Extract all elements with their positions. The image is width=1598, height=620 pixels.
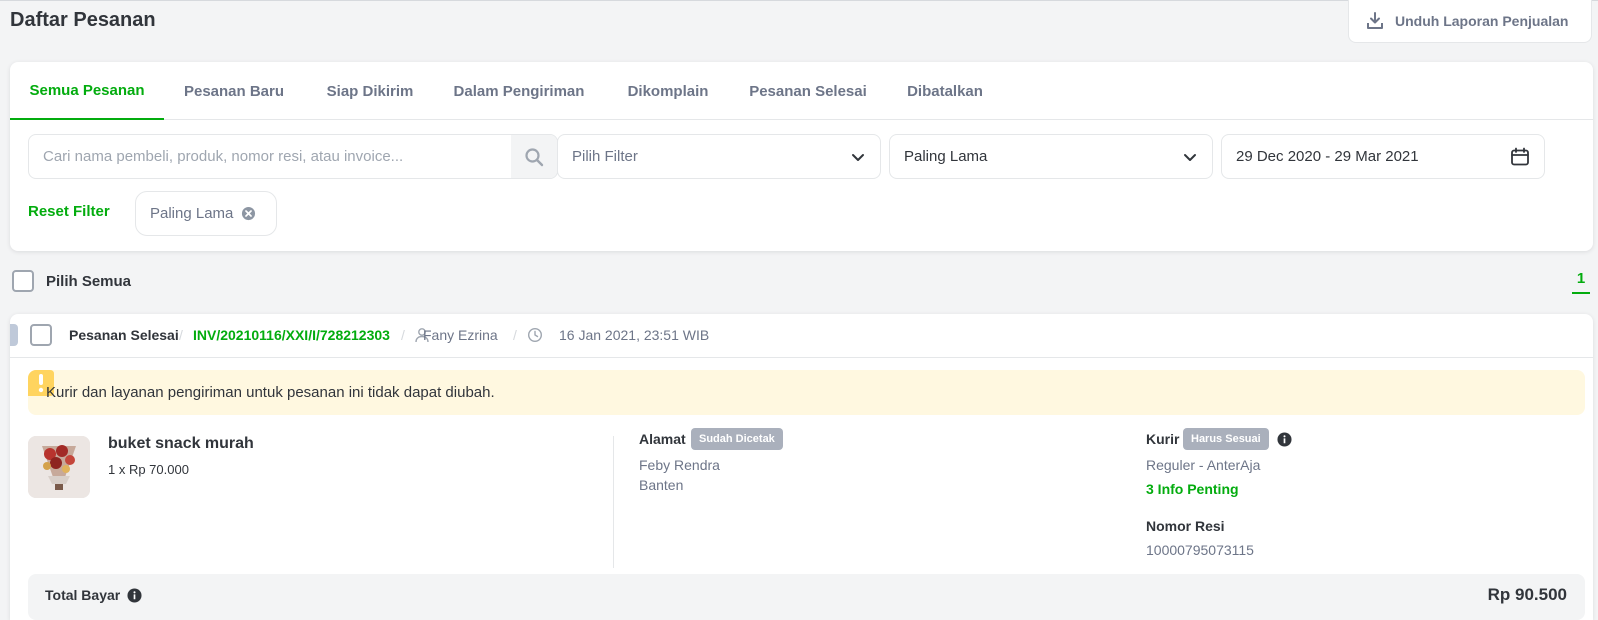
search-box	[28, 134, 558, 179]
tab-siap-dikirim[interactable]: Siap Dikirim	[315, 62, 425, 120]
separator: /	[179, 327, 183, 343]
download-report-label: Unduh Laporan Penjualan	[1395, 13, 1569, 29]
select-all-row: Pilih Semua 1	[12, 270, 1592, 296]
chevron-down-icon	[1184, 153, 1196, 161]
filter-select[interactable]: Pilih Filter	[557, 134, 881, 179]
total-payment-label: Total Bayar	[45, 587, 121, 603]
tab-dikomplain[interactable]: Dikomplain	[617, 62, 719, 120]
courier-label: Kurir	[1146, 431, 1180, 447]
important-info-link[interactable]: 3 Info Penting	[1146, 481, 1239, 497]
resi-number: 10000795073115	[1146, 542, 1254, 558]
search-input[interactable]	[29, 135, 511, 178]
chevron-down-icon	[852, 153, 864, 161]
recipient-name: Feby Rendra	[639, 457, 720, 473]
date-range-picker[interactable]: 29 Dec 2020 - 29 Mar 2021	[1221, 134, 1545, 179]
download-icon	[1367, 12, 1383, 29]
address-printed-badge: Sudah Dicetak	[691, 428, 783, 450]
select-all-label: Pilih Semua	[46, 273, 132, 290]
search-button[interactable]	[511, 135, 557, 178]
active-filter-chip: Paling Lama	[135, 191, 277, 236]
separator: /	[401, 327, 405, 343]
download-report-button[interactable]: Unduh Laporan Penjualan	[1348, 0, 1592, 43]
search-icon	[525, 147, 544, 166]
date-range-value: 29 Dec 2020 - 29 Mar 2021	[1236, 148, 1419, 165]
filter-select-value: Pilih Filter	[572, 148, 638, 165]
column-divider	[613, 436, 614, 568]
calendar-icon	[1511, 147, 1529, 165]
courier-match-badge: Harus Sesuai	[1183, 428, 1269, 450]
info-icon[interactable]	[127, 588, 142, 603]
tab-pesanan-selesai[interactable]: Pesanan Selesai	[739, 62, 877, 120]
invoice-link[interactable]: INV/20210116/XXI/I/728212303	[193, 327, 390, 343]
side-marker	[10, 324, 18, 346]
total-payment-bar: Total Bayar Rp 90.500	[28, 574, 1585, 620]
product-image[interactable]	[28, 436, 90, 498]
order-checkbox[interactable]	[30, 324, 52, 346]
reset-filter-button[interactable]: Reset Filter	[28, 203, 110, 220]
bouquet-icon	[28, 436, 90, 498]
filter-card: Semua Pesanan Pesanan Baru Siap Dikirim …	[10, 62, 1593, 251]
product-name[interactable]: buket snack murah	[108, 435, 254, 453]
notice-text: Kurir dan layanan pengiriman untuk pesan…	[46, 384, 495, 401]
tab-dibatalkan[interactable]: Dibatalkan	[895, 62, 995, 120]
courier-service: Reguler - AnterAja	[1146, 457, 1261, 473]
order-header: Pesanan Selesai / INV/20210116/XXI/I/728…	[10, 314, 1593, 358]
address-label: Alamat	[639, 431, 686, 447]
active-filter-label: Paling Lama	[150, 205, 234, 222]
clock-icon	[527, 327, 543, 343]
tab-pesanan-baru[interactable]: Pesanan Baru	[174, 62, 294, 120]
tab-dalam-pengiriman[interactable]: Dalam Pengiriman	[443, 62, 595, 120]
product-qty-price: 1 x Rp 70.000	[108, 462, 189, 477]
order-status: Pesanan Selesai	[69, 327, 179, 343]
order-date: 16 Jan 2021, 23:51 WIB	[559, 327, 710, 343]
resi-label: Nomor Resi	[1146, 518, 1225, 534]
sort-select[interactable]: Paling Lama	[889, 134, 1213, 179]
total-payment-value: Rp 90.500	[1487, 585, 1567, 604]
recipient-region: Banten	[639, 477, 684, 493]
courier-notice: Kurir dan layanan pengiriman untuk pesan…	[28, 370, 1585, 415]
close-circle-icon[interactable]	[241, 206, 256, 221]
buyer-name: Fany Ezrina	[423, 327, 498, 343]
pagination-page-1[interactable]: 1	[1572, 270, 1590, 294]
info-icon[interactable]	[1277, 432, 1292, 447]
order-status-tabs: Semua Pesanan Pesanan Baru Siap Dikirim …	[10, 62, 1593, 120]
separator: /	[513, 327, 517, 343]
order-card: Pesanan Selesai / INV/20210116/XXI/I/728…	[10, 314, 1593, 620]
tab-semua-pesanan[interactable]: Semua Pesanan	[10, 62, 164, 120]
page-title: Daftar Pesanan	[10, 9, 156, 31]
select-all-checkbox[interactable]	[12, 270, 34, 292]
sort-select-value: Paling Lama	[904, 148, 988, 165]
